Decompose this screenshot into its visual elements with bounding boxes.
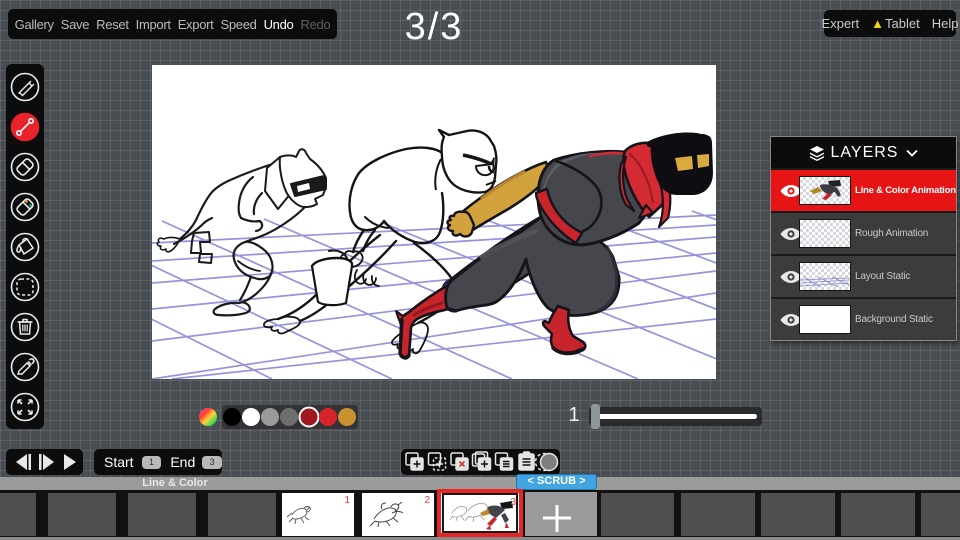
- svg-text:3: 3: [510, 497, 516, 508]
- svg-text:2: 2: [424, 495, 430, 506]
- svg-text:1: 1: [344, 495, 350, 506]
